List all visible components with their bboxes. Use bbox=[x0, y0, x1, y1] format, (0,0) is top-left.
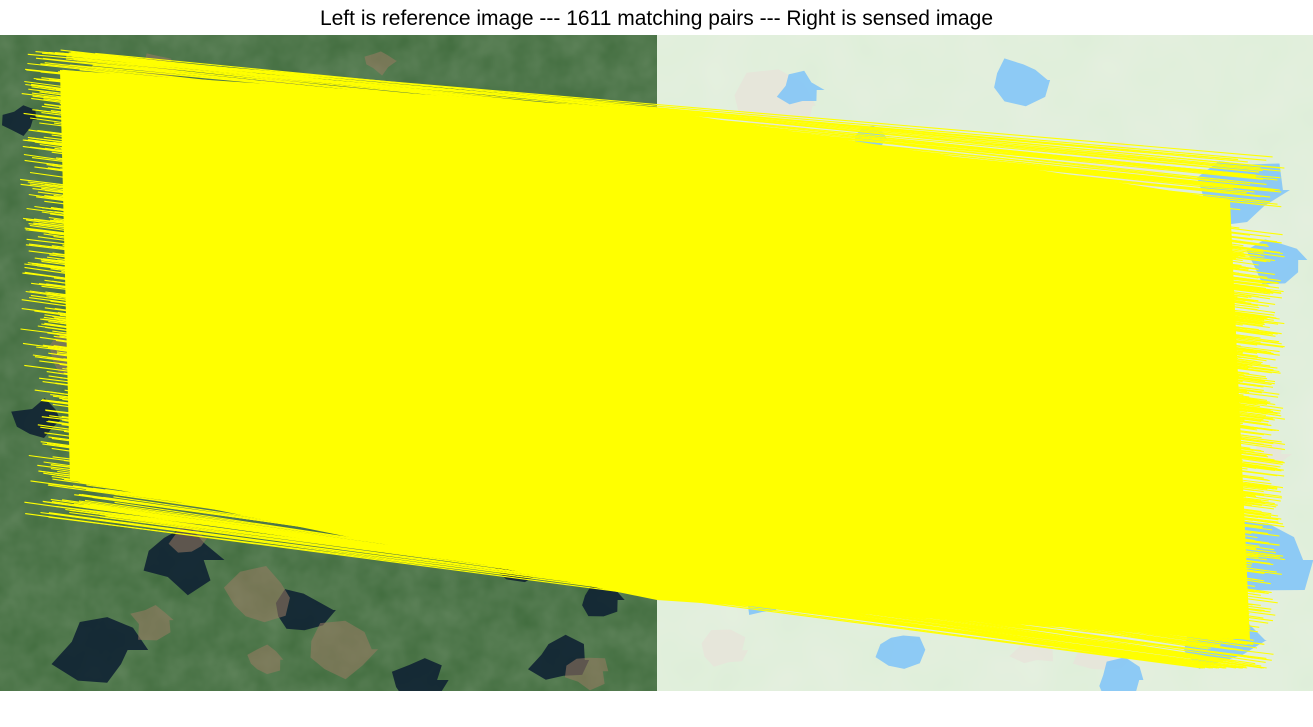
figure: Left is reference image --- 1611 matchin… bbox=[0, 0, 1313, 727]
match-visualization bbox=[0, 35, 1313, 691]
figure-title: Left is reference image --- 1611 matchin… bbox=[319, 7, 994, 30]
